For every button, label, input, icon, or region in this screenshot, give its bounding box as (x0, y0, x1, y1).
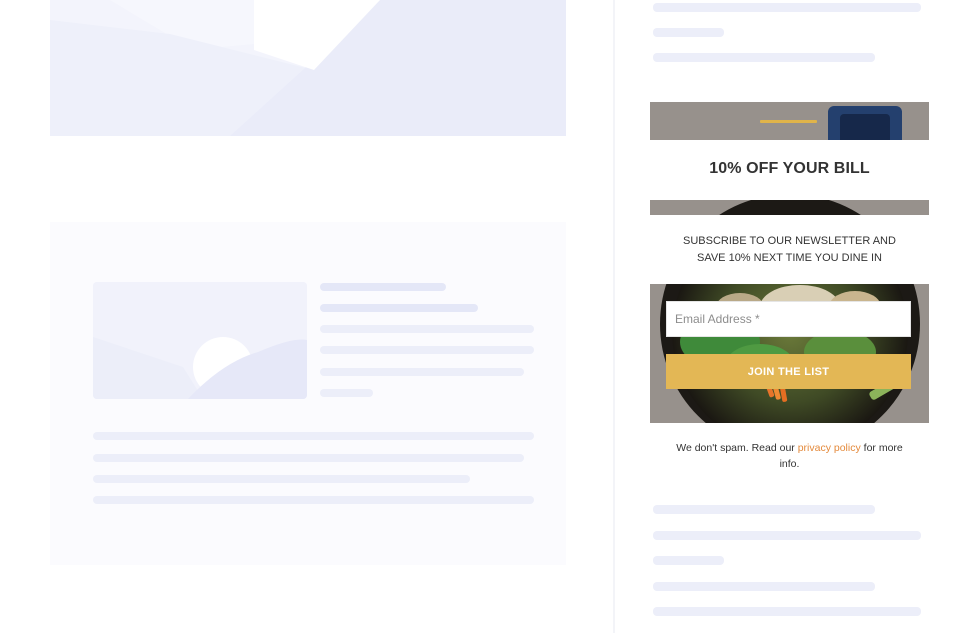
page: 10% OFF YOUR BILL SUBSCRIBE TO OUR NEWSL… (0, 0, 960, 633)
join-list-button[interactable]: JOIN THE LIST (666, 354, 911, 389)
newsletter-title: 10% OFF YOUR BILL (709, 160, 870, 177)
skeleton-line (93, 496, 534, 504)
sidebar-skeleton-line (653, 53, 875, 62)
skeleton-line (320, 368, 524, 376)
sidebar-skeleton-line (653, 505, 875, 514)
sidebar-skeleton-line (653, 582, 875, 591)
newsletter-widget: 10% OFF YOUR BILL SUBSCRIBE TO OUR NEWSL… (650, 102, 929, 423)
email-field[interactable] (666, 301, 911, 337)
card-thumbnail-placeholder (93, 282, 307, 399)
sidebar-skeleton-line (653, 28, 724, 37)
skeleton-line (320, 325, 534, 333)
hero-image-placeholder (50, 0, 566, 136)
skeleton-line (320, 389, 373, 397)
sidebar-skeleton-line (653, 3, 921, 12)
skeleton-line (320, 304, 478, 312)
skeleton-line (93, 454, 524, 462)
hero-placeholder-graphic (50, 0, 566, 136)
disclaimer-prefix: We don't spam. Read our (676, 442, 798, 454)
thumbnail-placeholder-graphic (93, 282, 307, 399)
skeleton-line (320, 283, 446, 291)
sidebar-skeleton-line (653, 607, 921, 616)
newsletter-subtitle: SUBSCRIBE TO OUR NEWSLETTER AND SAVE 10%… (683, 235, 896, 264)
post-card-placeholder (50, 222, 566, 565)
column-divider (613, 0, 615, 633)
accent-bar (760, 120, 817, 123)
skeleton-line (93, 475, 470, 483)
skeleton-line (93, 432, 534, 440)
privacy-policy-link[interactable]: privacy policy (798, 442, 861, 454)
skeleton-line (320, 346, 534, 354)
spam-disclaimer: We don't spam. Read our privacy policy f… (650, 440, 929, 472)
sidebar-skeleton-line (653, 531, 921, 540)
sidebar-skeleton-line (653, 556, 724, 565)
